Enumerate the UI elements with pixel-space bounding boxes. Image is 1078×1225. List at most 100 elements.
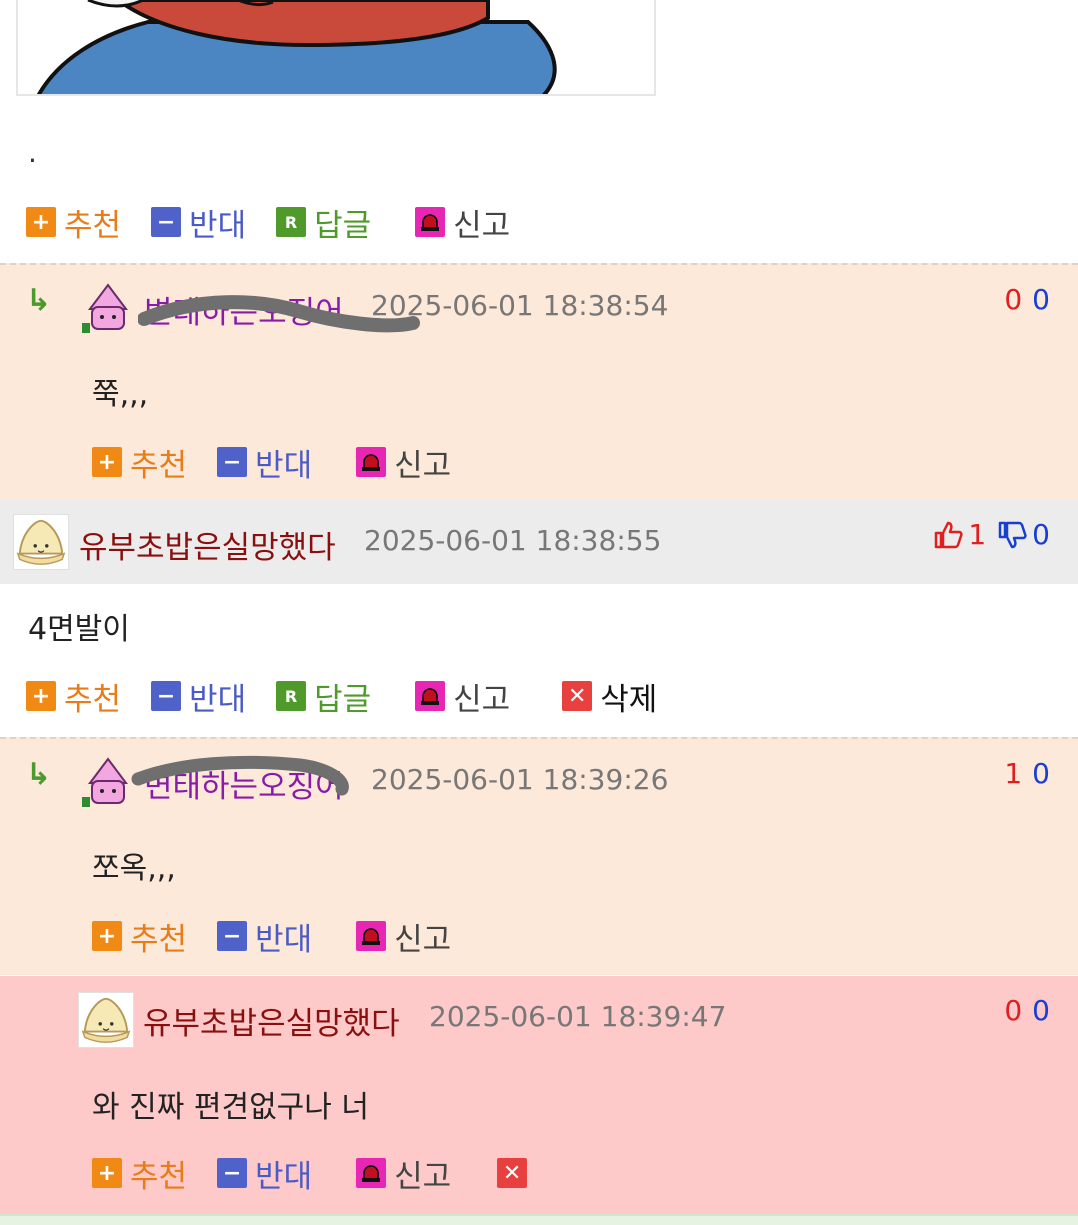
downvote-count: 0 (1032, 994, 1050, 1027)
comment-time: 2025-06-01 18:38:55 (364, 524, 662, 557)
post-action-bar: + 추천 − 반대 R 답글 신고 (26, 200, 540, 245)
siren-icon (415, 207, 446, 237)
comment-text: 쭉,,, (92, 377, 149, 412)
report-label: 신고 (394, 921, 452, 958)
oppose-button[interactable]: − 반대 (217, 1151, 312, 1196)
thumbs-up-icon[interactable] (932, 519, 964, 551)
oppose-button[interactable]: − 반대 (217, 440, 312, 485)
oppose-button[interactable]: − 반대 (151, 200, 246, 245)
dumpling-avatar (78, 992, 134, 1048)
delete-button[interactable]: ✕ 삭제 (562, 674, 657, 719)
oppose-label: 반대 (189, 207, 247, 244)
upvote-count: 1 (1004, 757, 1023, 790)
delete-button[interactable]: ✕ (497, 1158, 535, 1188)
plus-icon: + (92, 447, 122, 477)
report-button[interactable]: 신고 (356, 440, 451, 485)
vote-counts: 00 (1004, 994, 1050, 1027)
close-x-icon: ✕ (562, 681, 593, 711)
plus-icon: + (26, 681, 56, 711)
comment-nickname[interactable]: 유부초밥은실망했다 (143, 998, 400, 1043)
recommend-button[interactable]: + 추천 (26, 200, 121, 245)
oppose-label: 반대 (255, 447, 313, 484)
reply-r-icon: R (276, 681, 307, 711)
reply-label: 답글 (314, 681, 372, 718)
comment-action-bar: + 추천 − 반대 신고 (92, 440, 481, 485)
close-x-icon: ✕ (497, 1158, 528, 1188)
vote-counts: 10 (1004, 757, 1050, 790)
recommend-label: 추천 (130, 1158, 188, 1195)
next-comment-edge (0, 1214, 1078, 1225)
comment-action-bar: + 추천 − 반대 R 답글 신고 ✕ 삭제 (26, 674, 687, 719)
upvote-count: 0 (1004, 283, 1023, 316)
reply-comment: ↳ 변태하는오징어 2025-06-01 18:39:26 10 쪼옥,,, +… (0, 737, 1078, 975)
report-button[interactable]: 신고 (415, 674, 510, 719)
comment-text: 4면발이 (28, 612, 130, 647)
minus-icon: − (151, 681, 182, 711)
reply-arrow-icon: ↳ (26, 283, 52, 318)
report-button[interactable]: 신고 (415, 200, 510, 245)
siren-icon (356, 1158, 387, 1188)
oppose-label: 반대 (255, 1158, 313, 1195)
plus-icon: + (26, 207, 56, 237)
minus-icon: − (217, 447, 248, 477)
reply-arrow-icon: ↳ (26, 757, 52, 792)
oppose-button[interactable]: − 반대 (151, 674, 246, 719)
recommend-label: 추천 (130, 921, 188, 958)
report-label: 신고 (453, 207, 511, 244)
reply-button[interactable]: R 답글 (276, 200, 371, 245)
report-label: 신고 (453, 681, 511, 718)
siren-icon (356, 447, 387, 477)
recommend-label: 추천 (64, 207, 122, 244)
post-body-text: . (28, 136, 37, 169)
oppose-label: 반대 (255, 921, 313, 958)
report-button[interactable]: 신고 (356, 1151, 451, 1196)
reply-comment: ↳ 변태하는오징어 2025-06-01 18:38:54 00 쭉,,, + 추… (0, 263, 1078, 500)
reply-label: 답글 (314, 207, 372, 244)
downvote-count: 0 (1032, 283, 1050, 316)
minus-icon: − (217, 921, 248, 951)
recommend-button[interactable]: + 추천 (92, 440, 187, 485)
report-button[interactable]: 신고 (356, 914, 451, 959)
comment-action-bar: + 추천 − 반대 신고 ✕ (92, 1151, 565, 1196)
comment-text: 쪼옥,,, (92, 851, 176, 886)
upvote-count: 0 (1004, 994, 1023, 1027)
plus-icon: + (92, 1158, 122, 1188)
recommend-button[interactable]: + 추천 (26, 674, 121, 719)
vote-counts: 00 (1004, 283, 1050, 316)
recommend-label: 추천 (130, 447, 188, 484)
comment-time: 2025-06-01 18:39:47 (429, 1000, 727, 1033)
report-label: 신고 (394, 1158, 452, 1195)
downvote-count: 0 (1032, 518, 1050, 551)
plus-icon: + (92, 921, 122, 951)
recommend-label: 추천 (64, 681, 122, 718)
oppose-button[interactable]: − 반대 (217, 914, 312, 959)
siren-icon (356, 921, 387, 951)
comment-nickname[interactable]: 변태하는오징어 (144, 287, 344, 332)
vote-counts: 1 0 (932, 518, 1050, 551)
delete-label: 삭제 (600, 681, 658, 718)
squid-avatar (82, 283, 128, 333)
recommend-button[interactable]: + 추천 (92, 1151, 187, 1196)
dumpling-avatar (13, 514, 69, 570)
thumbs-down-icon[interactable] (996, 519, 1028, 551)
comment-header: 유부초밥은실망했다 2025-06-01 18:38:55 1 0 (0, 500, 1078, 584)
post-image (16, 0, 656, 96)
minus-icon: − (151, 207, 182, 237)
report-label: 신고 (394, 447, 452, 484)
siren-icon (415, 681, 446, 711)
oppose-label: 반대 (189, 681, 247, 718)
comment-text: 와 진짜 편견없구나 너 (92, 1090, 370, 1125)
recommend-button[interactable]: + 추천 (92, 914, 187, 959)
comment-nickname[interactable]: 변태하는오징어 (144, 761, 344, 806)
comment-time: 2025-06-01 18:39:26 (371, 763, 669, 796)
upvote-count: 1 (968, 518, 987, 551)
comment-time: 2025-06-01 18:38:54 (371, 289, 669, 322)
minus-icon: − (217, 1158, 248, 1188)
reply-comment: 유부초밥은실망했다 2025-06-01 18:39:47 00 와 진짜 편견… (0, 976, 1078, 1214)
comment-action-bar: + 추천 − 반대 신고 (92, 914, 481, 959)
downvote-count: 0 (1032, 757, 1050, 790)
reply-button[interactable]: R 답글 (276, 674, 371, 719)
reply-r-icon: R (276, 207, 307, 237)
squid-avatar (82, 757, 128, 807)
comment-nickname[interactable]: 유부초밥은실망했다 (79, 522, 336, 567)
